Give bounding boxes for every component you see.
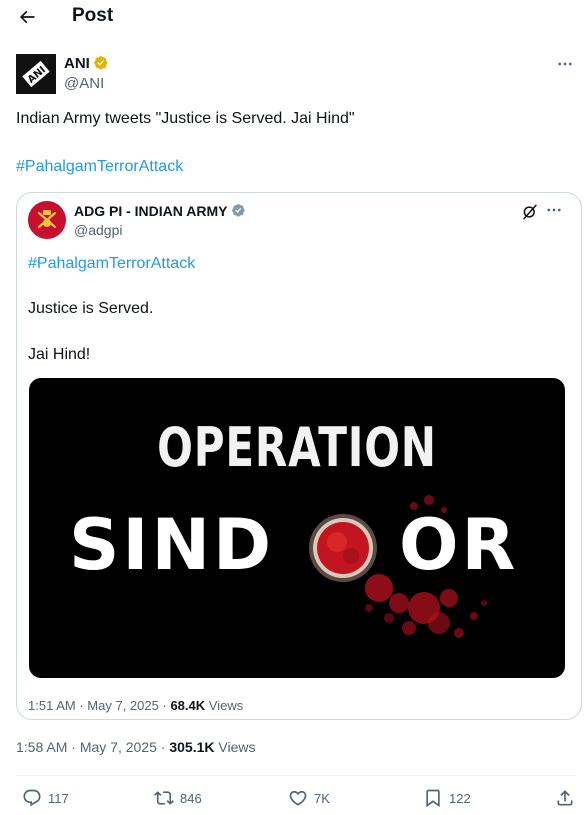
quoted-views-count: 68.4K [170, 698, 206, 713]
repost-count: 846 [180, 790, 202, 806]
post-meta: 1:58 AM · May 7, 2025 · 305.1K Views [16, 739, 255, 755]
more-options-button[interactable] [554, 54, 576, 74]
quoted-author-handle[interactable]: @adgpi [74, 222, 122, 238]
sindoor-bowl-icon [309, 514, 377, 582]
quoted-time[interactable]: 1:51 AM [28, 698, 76, 713]
grok-icon [523, 204, 537, 220]
verified-gold-icon [93, 56, 108, 70]
repost-button[interactable]: 846 [154, 788, 202, 808]
reply-count: 117 [48, 790, 69, 806]
ellipsis-icon [547, 208, 561, 212]
ellipsis-icon [558, 62, 572, 66]
quoted-author-avatar[interactable] [28, 201, 66, 239]
separator-dot: · [160, 739, 166, 755]
separator-dot: · [162, 698, 167, 713]
media-text-sindoor: SIND OR [29, 504, 565, 586]
repost-icon [154, 791, 174, 805]
quoted-author-name[interactable]: ADG PI - INDIAN ARMY [74, 203, 247, 219]
bookmark-button[interactable]: 122 [423, 788, 471, 808]
quoted-author-name-text: ADG PI - INDIAN ARMY [74, 203, 228, 219]
page-title: Post [72, 5, 114, 26]
quoted-text-line2: Jai Hind! [28, 346, 91, 363]
share-icon [557, 790, 573, 806]
quoted-post[interactable]: ADG PI - INDIAN ARMY @adgpi #PahalgamTer… [16, 192, 582, 720]
back-button[interactable] [14, 4, 40, 30]
media-text-sind: SIND [69, 504, 275, 586]
heart-icon [289, 790, 307, 806]
separator-dot: · [79, 698, 84, 713]
quoted-post-meta: 1:51 AM · May 7, 2025 · 68.4K Views [28, 698, 243, 713]
quoted-more-options-button[interactable] [545, 201, 563, 223]
action-bar: 117 846 7K 122 [0, 786, 586, 812]
like-button[interactable]: 7K [288, 788, 330, 808]
views-count: 305.1K [169, 739, 215, 755]
media-text-or: OR [399, 504, 519, 586]
author-handle[interactable]: @ANI [64, 75, 104, 92]
quoted-text-line1: Justice is Served. [28, 300, 154, 317]
reply-icon [23, 789, 41, 807]
ani-logo: ANI [16, 54, 56, 94]
divider [16, 775, 576, 776]
reply-button[interactable]: 117 [22, 788, 69, 808]
media-image[interactable]: OPERATION SIND OR [29, 378, 565, 678]
like-count: 7K [314, 790, 330, 806]
arrow-left-icon [19, 10, 35, 24]
bookmark-icon [426, 789, 440, 808]
post-author: ANI ANI @ANI [16, 54, 576, 94]
grok-button[interactable] [521, 203, 539, 221]
quoted-views-label: Views [208, 698, 244, 713]
verified-gray-icon [232, 204, 246, 217]
separator-dot: · [71, 739, 76, 755]
post-time[interactable]: 1:58 AM [16, 739, 67, 755]
top-bar: Post [0, 0, 586, 34]
quoted-date[interactable]: May 7, 2025 [87, 698, 159, 713]
bookmark-count: 122 [449, 790, 471, 806]
army-emblem-icon [28, 201, 66, 239]
post-text: Indian Army tweets "Justice is Served. J… [16, 110, 355, 127]
hashtag-link[interactable]: #PahalgamTerrorAttack [16, 158, 183, 176]
quoted-hashtag-link[interactable]: #PahalgamTerrorAttack [28, 255, 195, 273]
post-date[interactable]: May 7, 2025 [80, 739, 157, 755]
author-name-text: ANI [64, 55, 90, 72]
share-button[interactable] [555, 788, 575, 808]
author-name[interactable]: ANI [64, 55, 110, 72]
views-label: Views [218, 739, 256, 755]
author-avatar[interactable]: ANI [16, 54, 56, 94]
